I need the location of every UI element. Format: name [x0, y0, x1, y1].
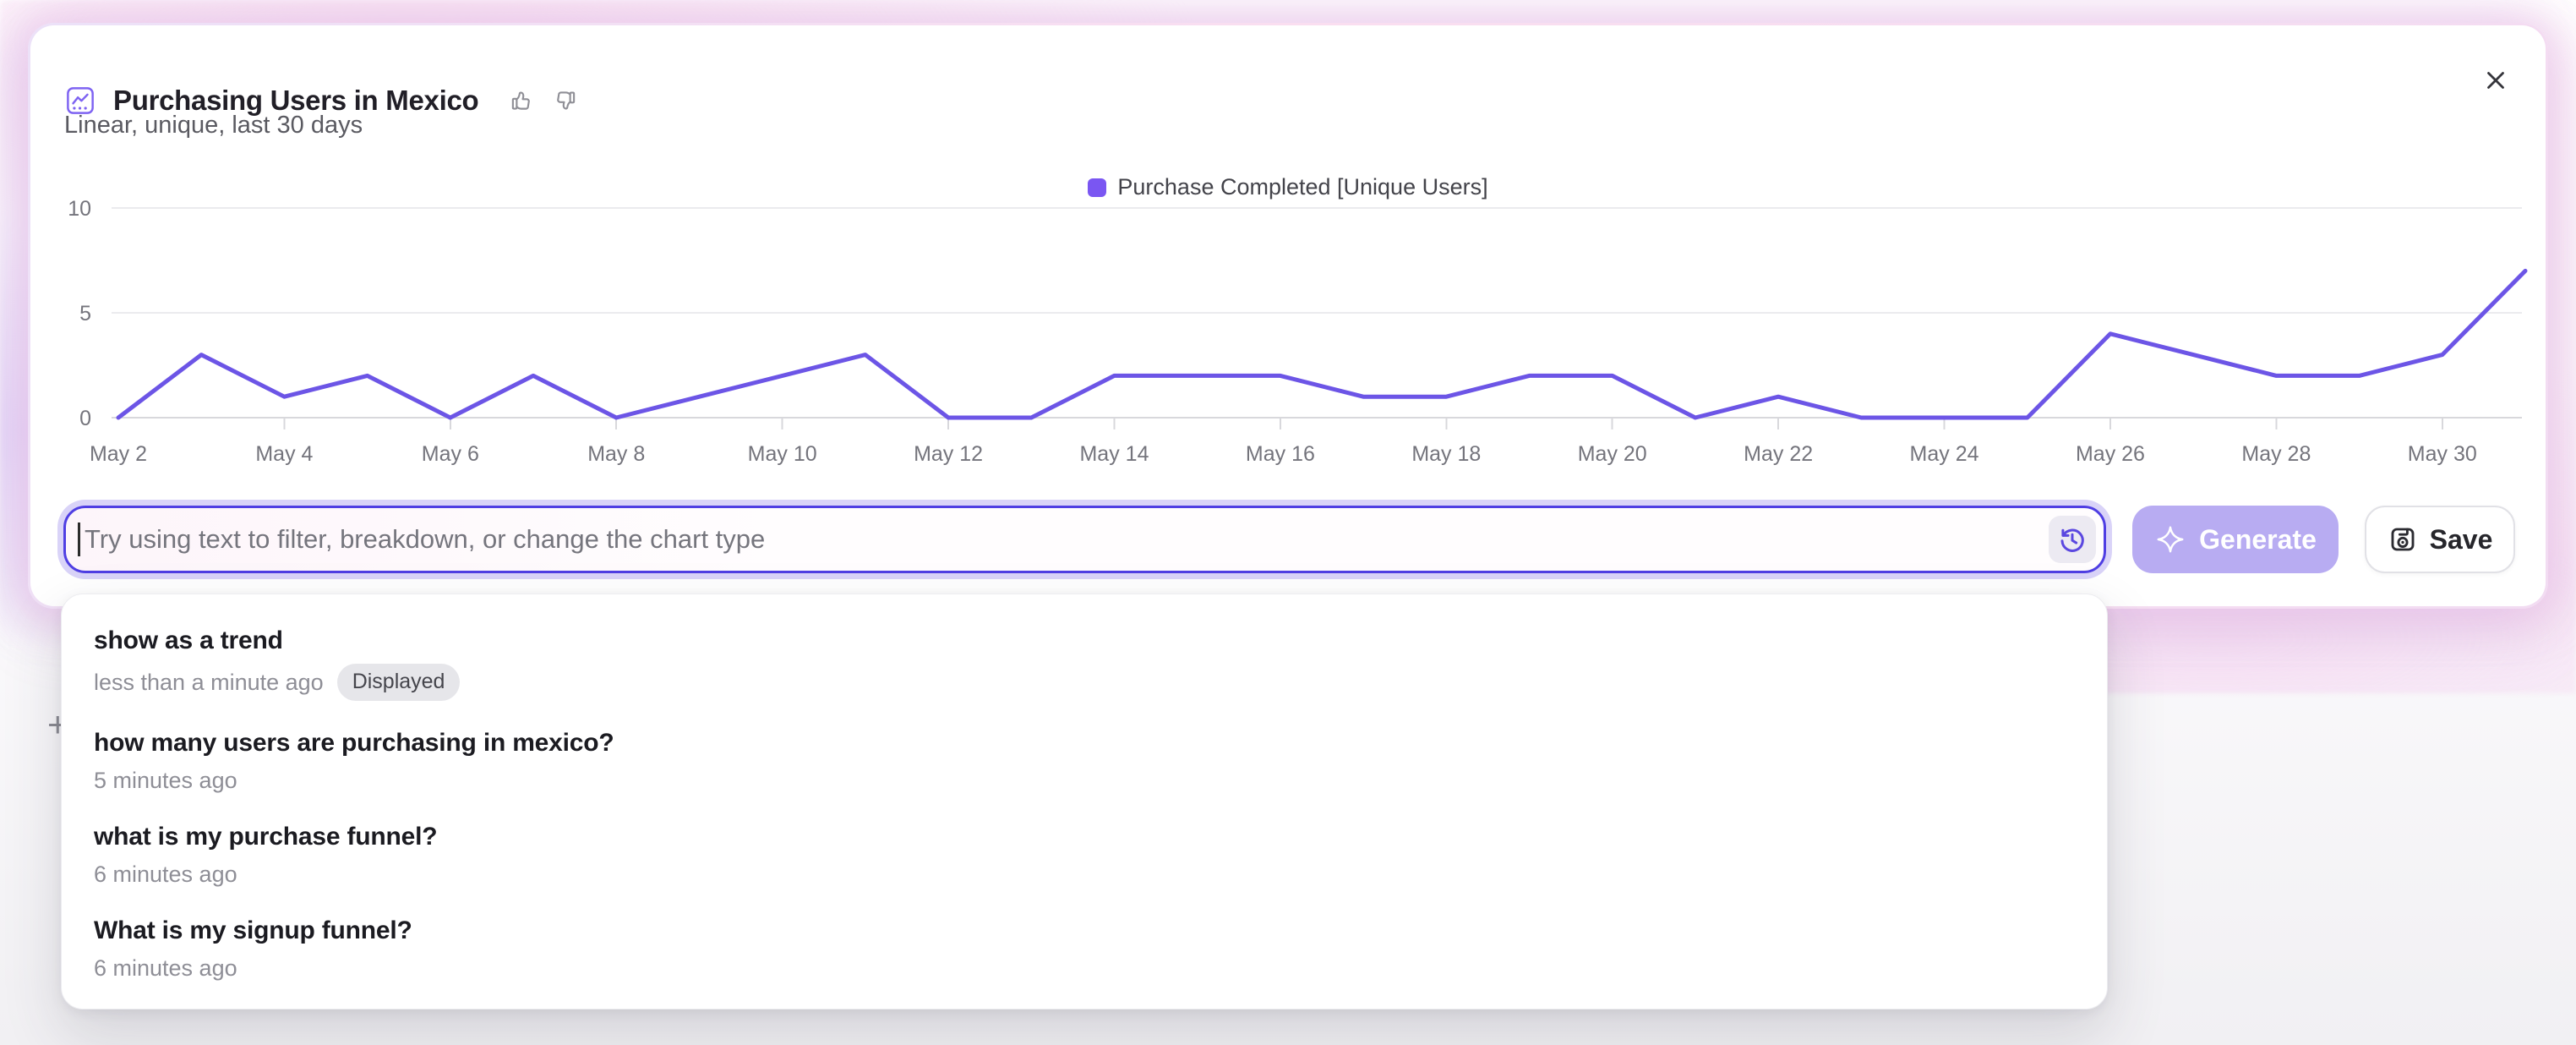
history-query: What is my signup funnel? [94, 916, 2075, 946]
x-axis-label: May 12 [914, 442, 983, 466]
x-axis-label: May 20 [1578, 442, 1647, 466]
x-axis-label: May 2 [90, 442, 147, 466]
x-axis-label: May 26 [2076, 442, 2145, 466]
x-axis-label: May 24 [1910, 442, 1979, 466]
series-line [118, 271, 2525, 418]
thumbs-down-button[interactable] [553, 88, 578, 113]
x-axis-label: May 30 [2408, 442, 2477, 466]
x-axis-label: May 16 [1246, 442, 1315, 466]
thumbs-up-button[interactable] [509, 88, 534, 113]
text-caret [78, 522, 80, 556]
feedback-buttons [509, 88, 578, 113]
history-dropdown: show as a trend less than a minute ago D… [61, 594, 2108, 1009]
close-icon [2481, 66, 2510, 95]
history-timestamp: less than a minute ago [94, 668, 324, 697]
line-chart[interactable]: 0 5 10 May 2 May 4 May 6 May 8 May 10 May 12 May … [30, 194, 2546, 482]
thumbs-down-icon [553, 88, 578, 113]
history-meta: 6 minutes ago [94, 860, 2075, 889]
history-meta: less than a minute ago Displayed [94, 664, 2075, 701]
x-axis-label: May 8 [587, 442, 645, 466]
y-axis-label: 0 [79, 407, 91, 430]
ai-chart-card-border: Purchasing Users in Mexico [28, 23, 2548, 609]
app-canvas: Purchasing Users in Mexico [0, 0, 2576, 1045]
generate-label: Generate [2199, 524, 2317, 555]
y-axis-label: 10 [68, 197, 91, 221]
history-timestamp: 6 minutes ago [94, 954, 237, 982]
x-axis-label: May 14 [1079, 442, 1149, 466]
history-button[interactable] [2049, 516, 2096, 563]
history-query: how many users are purchasing in mexico? [94, 728, 2075, 758]
ai-chart-card: Purchasing Users in Mexico [30, 25, 2546, 606]
save-label: Save [2430, 524, 2493, 555]
close-button[interactable] [2481, 66, 2510, 95]
history-clock-icon [2057, 524, 2088, 555]
history-item[interactable]: how many users are purchasing in mexico?… [62, 715, 2107, 809]
prompt-bar: Generate Save [63, 506, 2515, 573]
history-item[interactable]: what is my purchase funnel? 6 minutes ag… [62, 809, 2107, 903]
generate-button[interactable]: Generate [2132, 506, 2339, 573]
prompt-input-wrap [63, 506, 2106, 573]
history-meta: 6 minutes ago [94, 954, 2075, 982]
displayed-badge: Displayed [337, 664, 461, 701]
history-item[interactable]: show as a trend less than a minute ago D… [62, 613, 2107, 715]
x-axis-label: May 10 [748, 442, 817, 466]
x-axis-label: May 4 [255, 442, 313, 466]
history-timestamp: 6 minutes ago [94, 860, 237, 889]
history-query: what is my purchase funnel? [94, 822, 2075, 852]
x-axis-label: May 22 [1744, 442, 1813, 466]
x-axis-label: May 28 [2241, 442, 2311, 466]
thumbs-up-icon [509, 88, 534, 113]
x-axis-label: May 6 [422, 442, 479, 466]
insights-chart-icon [66, 86, 95, 115]
history-query: show as a trend [94, 626, 2075, 656]
x-axis-label: May 18 [1411, 442, 1481, 466]
history-item[interactable]: What is my signup funnel? 6 minutes ago [62, 903, 2107, 997]
prompt-input[interactable] [63, 506, 2106, 573]
y-axis-label: 5 [79, 302, 91, 326]
save-icon [2388, 524, 2418, 555]
chart-subtitle: Linear, unique, last 30 days [64, 112, 363, 140]
sparkle-icon [2154, 523, 2186, 555]
save-button[interactable]: Save [2365, 506, 2515, 573]
history-meta: 5 minutes ago [94, 766, 2075, 795]
history-timestamp: 5 minutes ago [94, 766, 237, 795]
